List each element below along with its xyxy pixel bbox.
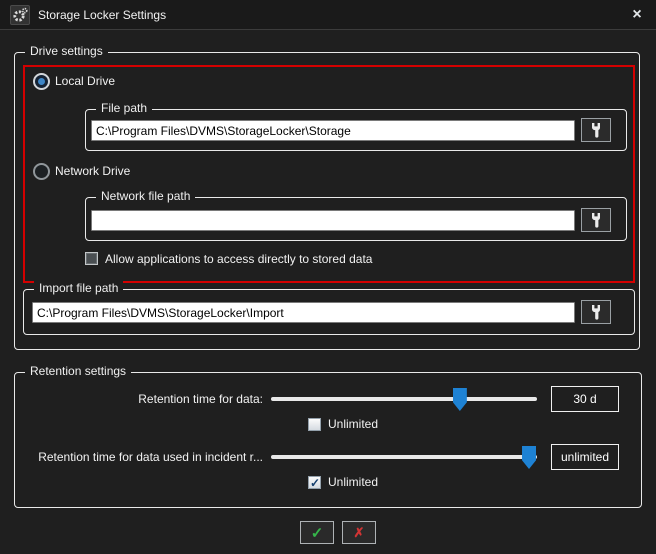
drive-settings-legend: Drive settings	[25, 44, 108, 58]
wrench-icon	[591, 305, 601, 320]
network-file-path-legend: Network file path	[96, 189, 195, 203]
ok-button[interactable]: ✓	[300, 521, 334, 544]
wrench-icon	[591, 123, 601, 138]
x-icon: ✗	[354, 525, 365, 541]
network-file-path-group: Network file path	[85, 197, 627, 241]
allow-direct-access-label: Allow applications to access directly to…	[105, 252, 372, 266]
local-drive-label: Local Drive	[55, 74, 115, 88]
network-drive-radio[interactable]	[33, 163, 50, 180]
retention-incident-unlimited-label: Unlimited	[328, 475, 378, 489]
slider-handle[interactable]	[522, 446, 536, 469]
file-path-legend: File path	[96, 101, 152, 115]
slider-track	[271, 455, 537, 459]
local-drive-radio[interactable]	[33, 73, 50, 90]
network-file-path-input[interactable]	[91, 210, 575, 231]
network-file-path-browse-button[interactable]	[581, 208, 611, 232]
retention-settings-legend: Retention settings	[25, 364, 131, 378]
checkmark-icon: ✓	[311, 524, 324, 542]
slider-handle[interactable]	[453, 388, 467, 411]
file-path-browse-button[interactable]	[581, 118, 611, 142]
gears-icon	[10, 5, 30, 25]
retention-data-label: Retention time for data:	[25, 392, 263, 406]
import-file-path-legend: Import file path	[34, 281, 123, 295]
allow-direct-access-checkbox[interactable]	[85, 252, 98, 265]
retention-incident-value: unlimited	[551, 444, 619, 470]
retention-incident-slider[interactable]	[271, 446, 537, 469]
drive-settings-group: Drive settings Local Drive File path Net…	[14, 52, 640, 350]
retention-incident-label: Retention time for data used in incident…	[25, 450, 263, 464]
close-icon[interactable]: ×	[628, 7, 646, 23]
network-drive-label: Network Drive	[55, 164, 130, 178]
import-file-path-input[interactable]	[32, 302, 575, 323]
title-bar: Storage Locker Settings ×	[0, 0, 656, 30]
slider-track	[271, 397, 537, 401]
import-file-path-group: Import file path	[23, 289, 635, 335]
file-path-input[interactable]	[91, 120, 575, 141]
retention-data-unlimited-label: Unlimited	[328, 417, 378, 431]
retention-data-unlimited-checkbox[interactable]	[308, 418, 321, 431]
retention-data-slider[interactable]	[271, 388, 537, 411]
file-path-group: File path	[85, 109, 627, 151]
retention-settings-group: Retention settings Retention time for da…	[14, 372, 642, 508]
retention-data-value: 30 d	[551, 386, 619, 412]
wrench-icon	[591, 213, 601, 228]
cancel-button[interactable]: ✗	[342, 521, 376, 544]
import-file-path-browse-button[interactable]	[581, 300, 611, 324]
window-title: Storage Locker Settings	[38, 8, 166, 22]
retention-incident-unlimited-checkbox[interactable]	[308, 476, 321, 489]
